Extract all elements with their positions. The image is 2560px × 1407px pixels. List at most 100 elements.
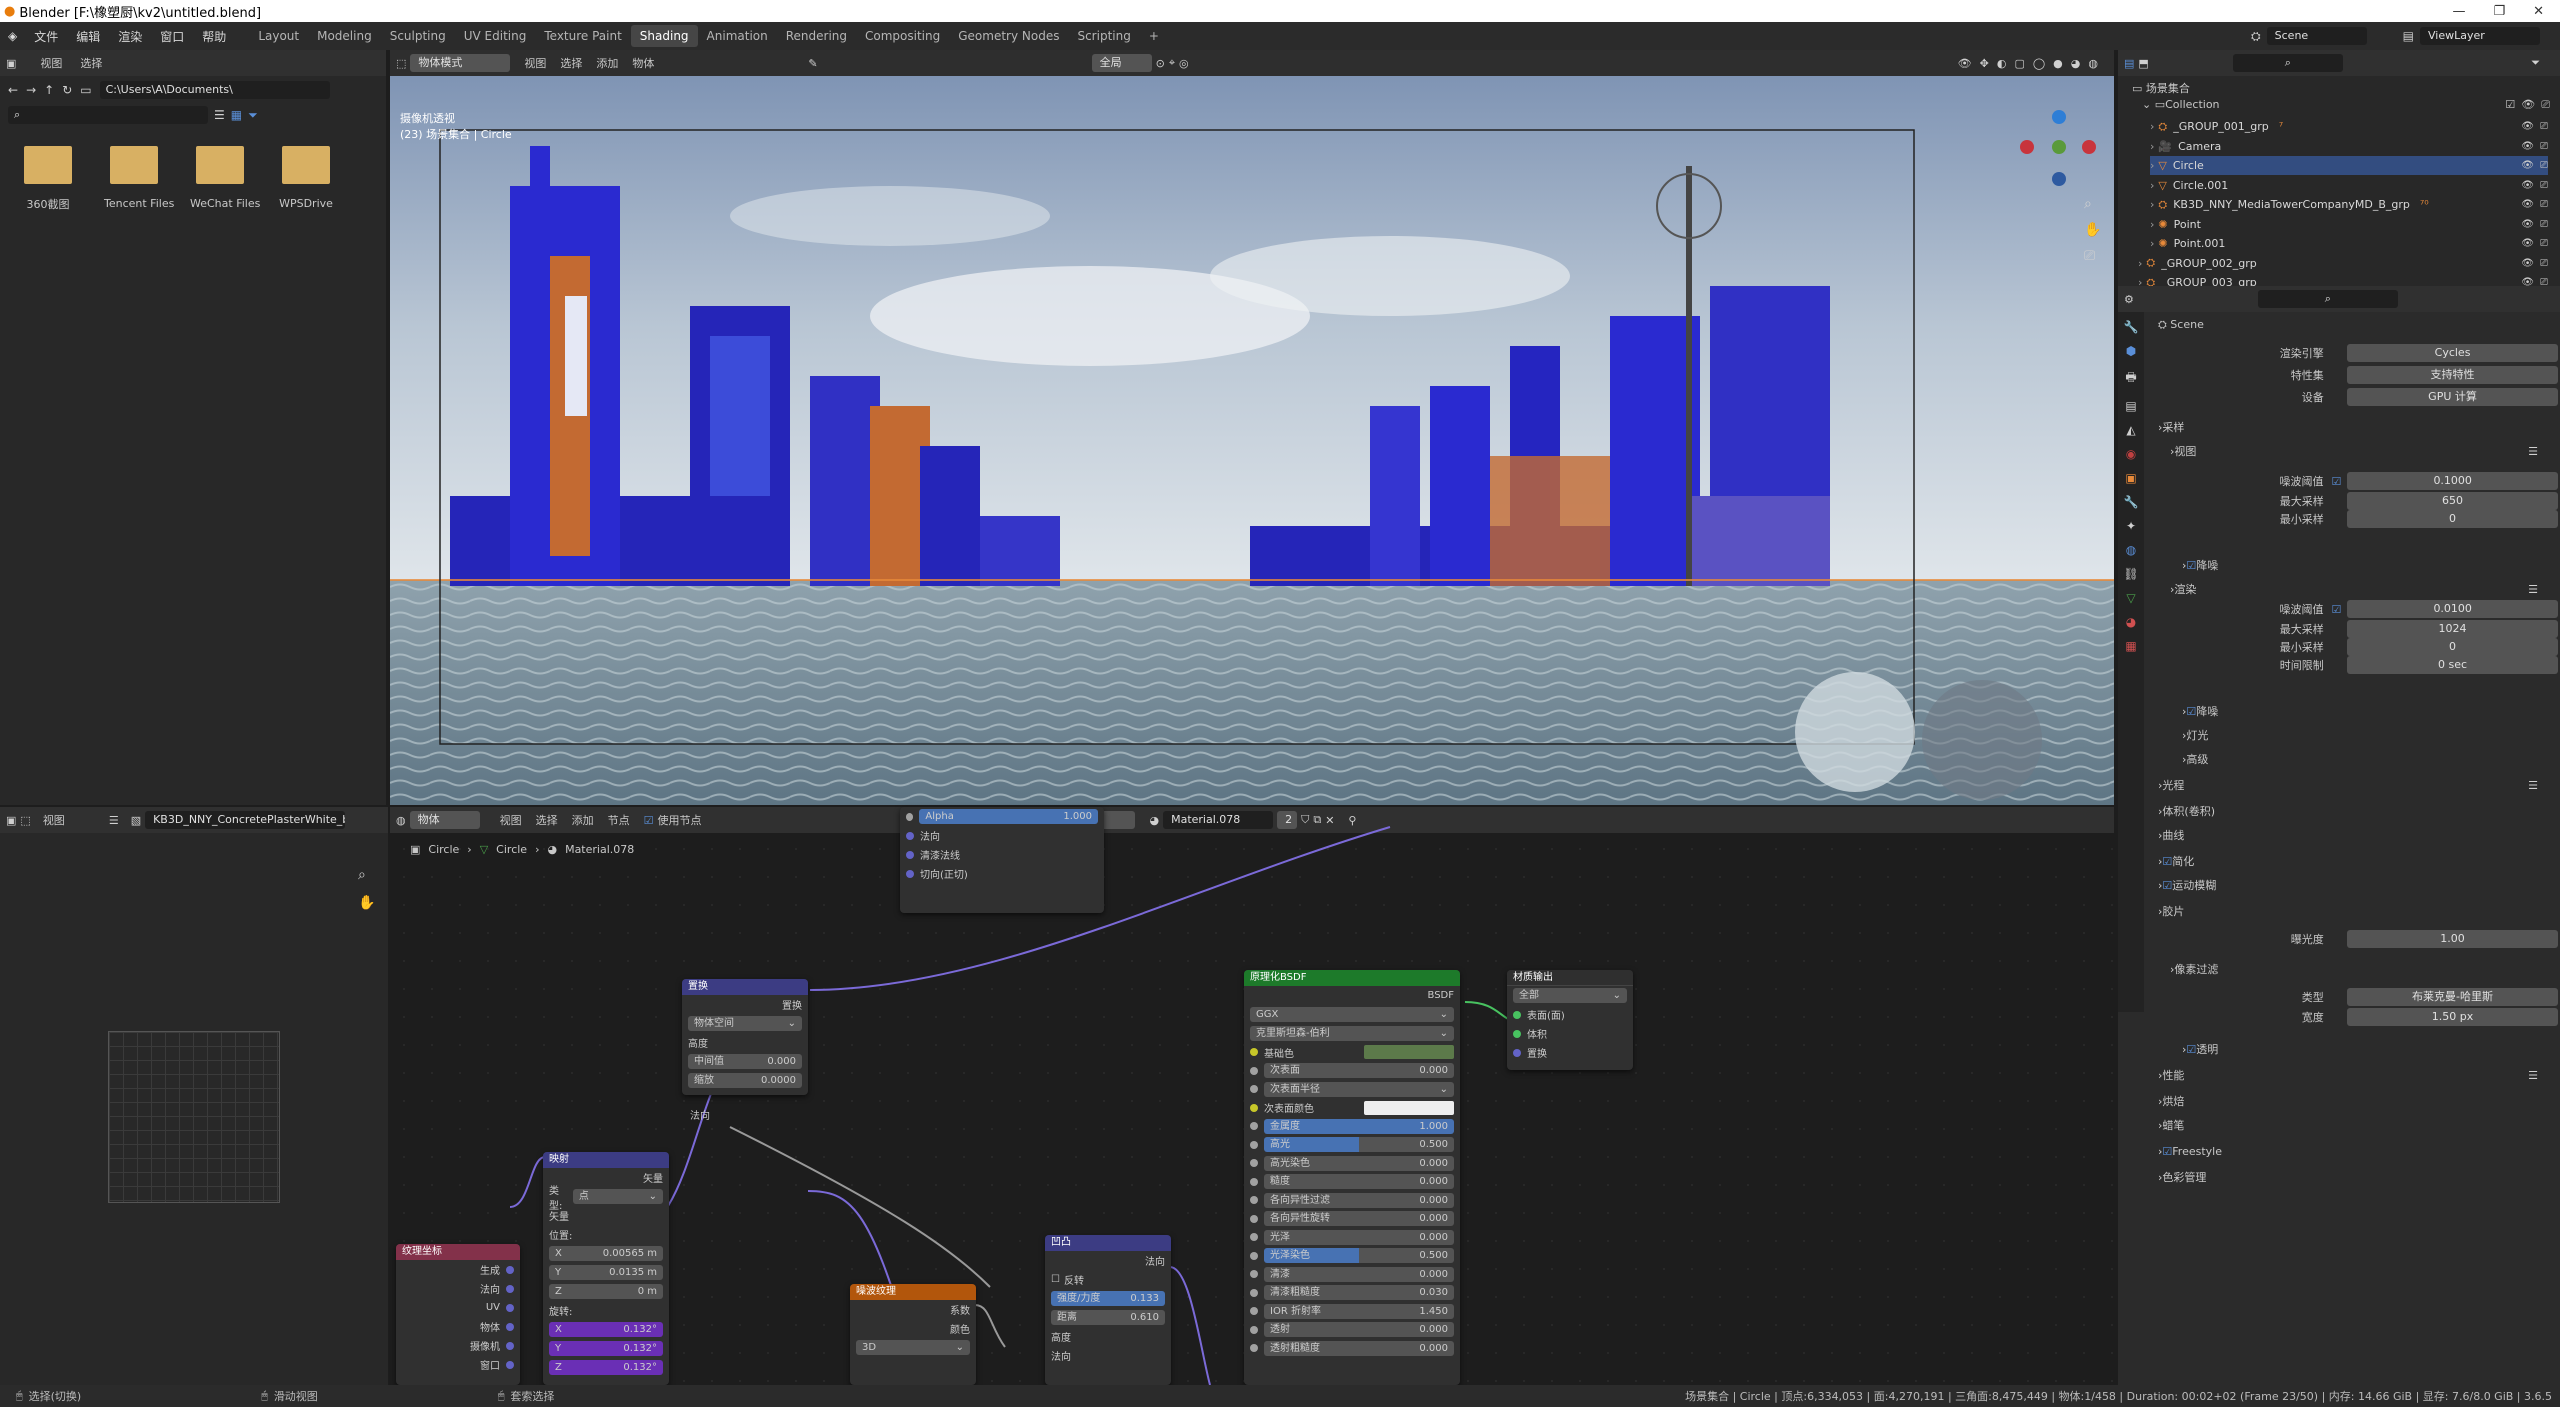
node-header[interactable]: 噪波纹理 — [850, 1284, 976, 1300]
render-tab-icon[interactable]: ⬢ — [2126, 344, 2136, 358]
display-grid-icon[interactable]: ▦ — [231, 108, 242, 122]
bottom-section-1-section[interactable]: 烘焙 — [2162, 1093, 2184, 1109]
menu-help[interactable]: 帮助 — [193, 28, 235, 45]
base-color-swatch[interactable] — [1364, 1045, 1454, 1060]
r-min-samples-field[interactable]: 0 — [2347, 638, 2558, 656]
outliner-item[interactable]: › ⛭ _GROUP_002_grp 👁 ⎚ — [2138, 254, 2548, 273]
rotation-y-field[interactable]: Y 0.132° — [549, 1341, 663, 1356]
location-y-field[interactable]: Y 0.0135 m — [549, 1265, 663, 1280]
pivot-icon[interactable]: ⊙ — [1156, 57, 1165, 70]
proportional-edit-icon[interactable]: ◎ — [1179, 57, 1189, 70]
ie-menu-view[interactable]: 视图 — [43, 812, 65, 828]
tab-animation[interactable]: Animation — [698, 25, 777, 47]
axis-y-icon[interactable] — [2052, 140, 2066, 154]
new-folder-icon[interactable]: ▭ — [80, 83, 91, 97]
bsdf-field[interactable]: 透射粗糙度 0.000 — [1264, 1340, 1454, 1356]
properties-type-icon[interactable]: ⚙ — [2124, 293, 2134, 306]
eye-icon[interactable]: 👁 — [2521, 238, 2534, 249]
bsdf-field[interactable]: 各向异性旋转 0.000 — [1264, 1211, 1454, 1227]
node-texture-coordinate[interactable]: 纹理坐标 生成 法向 UV 物体 摄像机 窗口 — [396, 1244, 520, 1385]
advanced-section[interactable]: 高级 — [2186, 751, 2208, 767]
properties-search-input[interactable]: ⌕ — [2257, 290, 2398, 308]
outliner-search-input[interactable]: ⌕ — [2232, 54, 2343, 72]
texture-tab-icon[interactable]: ▦ — [2125, 639, 2136, 653]
pan-hand-icon[interactable]: ✋ — [358, 895, 375, 911]
node-header[interactable]: 映射 — [543, 1152, 669, 1168]
mapping-type-dropdown[interactable]: 点 ⌄ — [572, 1189, 663, 1204]
camera-restrict-icon[interactable]: ⎚ — [2540, 199, 2548, 210]
mode-selector[interactable]: 物体模式 — [410, 54, 511, 72]
constraint-tab-icon[interactable]: ⛓ — [2123, 567, 2138, 581]
axis-x-neg-icon[interactable] — [2020, 140, 2034, 154]
distance-field[interactable]: 距离 0.610 — [1051, 1310, 1165, 1325]
material-tab-icon[interactable]: ◕ — [2126, 615, 2136, 629]
pan-hand-icon[interactable]: ✋ — [2084, 222, 2101, 238]
r-denoise-section[interactable]: 降噪 — [2196, 703, 2218, 719]
section-2-section[interactable]: 曲线 — [2162, 827, 2184, 843]
node-header[interactable]: 材质输出 — [1507, 970, 1633, 986]
node-noise-texture[interactable]: 噪波纹理 系数 颜色 3D ⌄ — [850, 1284, 976, 1385]
shading-solid-icon[interactable]: ● — [2053, 57, 2063, 70]
tab-texture-paint[interactable]: Texture Paint — [535, 25, 630, 47]
zoom-icon[interactable]: ⌕ — [358, 867, 375, 883]
list-icon[interactable]: ☰ — [2528, 1069, 2538, 1082]
maximize-button[interactable]: ❐ — [2493, 4, 2505, 19]
folder-item[interactable]: WPSDrive — [276, 146, 336, 212]
axis-z-icon[interactable] — [2052, 110, 2066, 124]
section-3-section[interactable]: 简化 — [2172, 853, 2194, 869]
node-bump[interactable]: 凹凸 法向 ☐ 反转 强度/力度 0.133 距离 0.610 高度 法向 — [1045, 1235, 1171, 1385]
filter-type-field[interactable]: 布莱克曼-哈里斯 — [2347, 988, 2558, 1006]
camera-restrict-icon[interactable]: ⎚ — [2540, 160, 2548, 171]
eye-icon[interactable]: 👁 — [2521, 199, 2534, 210]
node-principled-bsdf[interactable]: 原理化BSDF BSDF GGX ⌄ 克里斯坦森-伯利 ⌄ 基础色 次表面 0.000 次… — [1244, 970, 1460, 1385]
shading-wire-icon[interactable]: ◯ — [2033, 57, 2045, 70]
exposure-field[interactable]: 1.00 — [2347, 930, 2558, 948]
particle-tab-icon[interactable]: ✦ — [2126, 519, 2136, 533]
folder-item[interactable]: WeChat Files — [190, 146, 260, 212]
object-tab-icon[interactable]: ▣ — [2125, 471, 2136, 485]
list-icon[interactable]: ☰ — [2528, 583, 2538, 596]
bsdf-field[interactable]: 清漆粗糙度 0.030 — [1264, 1285, 1454, 1301]
feature-set-field[interactable]: 支持特性 — [2347, 366, 2558, 384]
sampling-section[interactable]: 采样 — [2162, 419, 2184, 435]
menu-edit[interactable]: 编辑 — [67, 28, 109, 45]
image-browse-icon[interactable]: ▧ — [131, 814, 141, 827]
camera-restrict-icon[interactable]: ⎚ — [2540, 121, 2548, 132]
eye-icon[interactable]: 👁 — [2521, 180, 2534, 191]
navigation-gizmo[interactable] — [2020, 110, 2100, 190]
visibility-icon[interactable]: 👁 — [1958, 57, 1972, 70]
vp-menu-view[interactable]: 视图 — [524, 55, 546, 71]
scale-field[interactable]: 缩放 0.0000 — [688, 1073, 802, 1088]
camera-restrict-icon[interactable]: ⎚ — [2540, 238, 2548, 249]
outliner-item[interactable]: › ⛭ KB3D_NNY_MediaTowerCompanyMD_B_grp ⁷⁰ 👁 ⎚ — [2150, 195, 2548, 214]
bsdf-field[interactable]: 清漆 0.000 — [1264, 1266, 1454, 1282]
vp-menu-add[interactable]: 添加 — [596, 55, 618, 71]
pen-icon[interactable]: ✎ — [808, 57, 817, 70]
section-4-checkbox[interactable]: ☑ — [2162, 879, 2172, 892]
fb-search-input[interactable]: ⌕ — [8, 106, 208, 124]
list-icon[interactable]: ☰ — [2528, 779, 2538, 792]
camera-view-icon[interactable]: ⎚ — [2084, 248, 2101, 264]
camera-restrict-icon[interactable]: ⎚ — [2540, 258, 2548, 269]
subsurface-color-swatch[interactable] — [1364, 1100, 1454, 1115]
camera-restrict-icon[interactable]: ⎚ — [2541, 98, 2550, 112]
outliner-item[interactable]: › ▽ Circle.001 👁 ⎚ — [2150, 176, 2548, 195]
outliner-item[interactable]: › ✺ Point.001 👁 ⎚ — [2150, 234, 2548, 253]
scene-selector[interactable]: Scene — [2266, 27, 2367, 45]
section-0-section[interactable]: 光程 — [2162, 777, 2184, 793]
bsdf-field[interactable]: 光泽 0.000 — [1264, 1229, 1454, 1245]
tab-rendering[interactable]: Rendering — [777, 25, 856, 47]
section-5-section[interactable]: 胶片 — [2162, 903, 2184, 919]
vp-denoise-section[interactable]: 降噪 — [2196, 557, 2218, 573]
viewport-3d[interactable]: ⬚ 物体模式 视图 选择 添加 物体 ✎ 全局 ⊙ ⌖ ◎ 👁 ✥ ◐ ▢ ◯ … — [390, 50, 2114, 805]
tab-scripting[interactable]: Scripting — [1068, 25, 1139, 47]
r-max-samples-field[interactable]: 1024 — [2347, 620, 2558, 638]
bsdf-field[interactable]: 各向异性过滤 0.000 — [1264, 1192, 1454, 1208]
location-x-field[interactable]: X 0.00565 m — [549, 1246, 663, 1261]
section-4-section[interactable]: 运动模糊 — [2172, 877, 2216, 893]
node-header[interactable]: 凹凸 — [1045, 1235, 1171, 1251]
bsdf-field[interactable]: 金属度 1.000 — [1264, 1118, 1454, 1134]
tab-sculpting[interactable]: Sculpting — [381, 25, 455, 47]
folder-item[interactable]: 360截图 — [18, 146, 78, 212]
scene-tab-icon[interactable]: ◭ — [2126, 423, 2135, 437]
